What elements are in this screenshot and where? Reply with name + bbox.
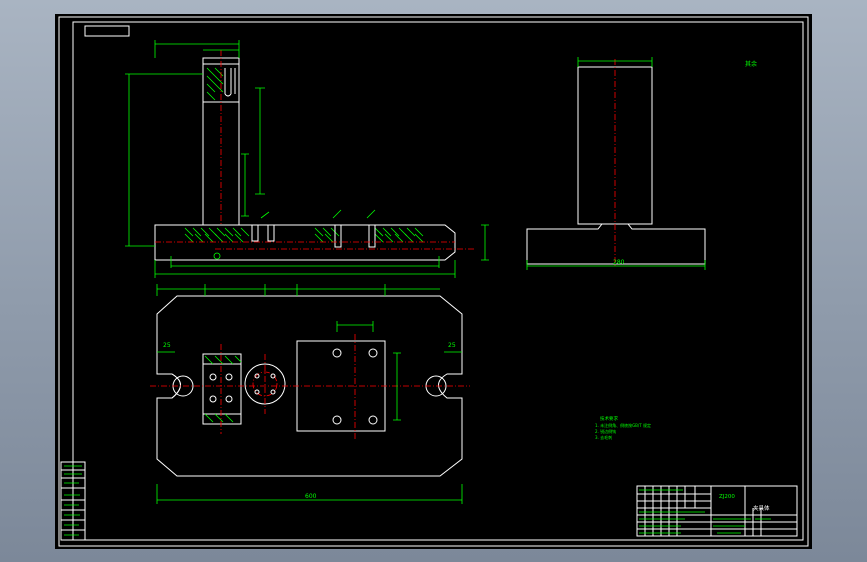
tech-requirement-3: 3. 去毛刺 — [595, 434, 612, 440]
drawing-number: ZJ200 — [719, 494, 735, 500]
inner-frame — [72, 21, 804, 541]
front-view — [125, 40, 489, 278]
base-hatching — [184, 227, 424, 243]
drawing-sheet: 280 其余 600 25 25 技术要求 1. 未注倒角、倒棱按GB/T 规定… — [58, 16, 809, 547]
side-view-tag: 其余 — [745, 60, 757, 68]
outer-border — [58, 16, 809, 547]
side-view: 280 其余 — [526, 57, 757, 270]
right-notch-dim: 25 — [448, 342, 456, 349]
plan-view-dim-text: 600 — [305, 493, 317, 500]
cad-viewer: 280 其余 600 25 25 技术要求 1. 未注倒角、倒棱按GB/T 规定… — [0, 0, 867, 562]
title-block: ZJ200 夹具体 — [636, 485, 798, 537]
tech-requirements-title: 技术要求 — [600, 415, 618, 422]
plan-view: 600 25 25 — [150, 284, 470, 504]
technical-notes: 技术要求 1. 未注倒角、倒棱按GB/T 规定 2. 锐边倒钝 3. 去毛刺 — [595, 415, 651, 440]
tech-requirement-2: 2. 锐边倒钝 — [595, 428, 616, 434]
top-view-dim-text: 280 — [613, 259, 625, 266]
corner-code-box — [84, 25, 130, 37]
tech-requirement-1: 1. 未注倒角、倒棱按GB/T 规定 — [595, 422, 651, 428]
drawing-canvas[interactable]: 280 其余 600 25 25 技术要求 1. 未注倒角、倒棱按GB/T 规定… — [55, 14, 812, 549]
part-name: 夹具体 — [753, 504, 770, 512]
left-notch-dim: 25 — [163, 342, 171, 349]
